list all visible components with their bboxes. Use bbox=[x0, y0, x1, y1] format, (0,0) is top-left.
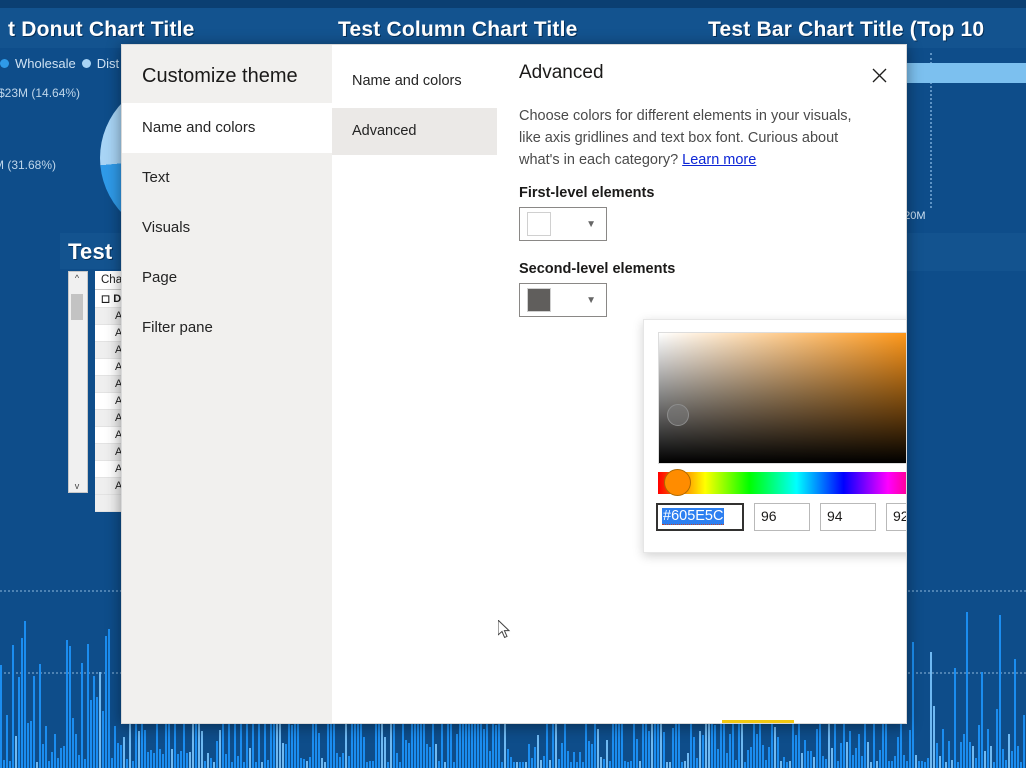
hex-input-value: #605E5C bbox=[662, 508, 725, 525]
panel-heading: Advanced bbox=[519, 62, 604, 83]
sv-selector-knob[interactable] bbox=[667, 404, 689, 426]
donut-data-label-1: $23M (14.64%) bbox=[0, 86, 81, 100]
first-level-elements-label: First-level elements bbox=[519, 185, 655, 201]
dialog-subnav: Name and colors Advanced bbox=[332, 45, 498, 723]
learn-more-link[interactable]: Learn more bbox=[682, 152, 756, 168]
legend-label-wholesale: Wholesale bbox=[15, 56, 76, 71]
dialog-sidebar: Customize theme Name and colors Text Vis… bbox=[122, 45, 332, 723]
second-level-elements-color-picker[interactable]: ▼ bbox=[519, 283, 607, 317]
donut-data-label-2: M (31.68%) bbox=[0, 158, 57, 172]
donut-legend[interactable]: Wholesale Dist bbox=[0, 56, 119, 71]
color-picker-popup[interactable]: #605E5C 96 94 92 bbox=[643, 319, 906, 553]
chevron-down-icon: ▼ bbox=[586, 218, 596, 230]
legend-dot-wholesale bbox=[0, 59, 9, 68]
legend-dot-dist bbox=[81, 59, 91, 68]
subnav-item-advanced[interactable]: Advanced bbox=[332, 108, 497, 155]
table-title: Test bbox=[68, 239, 113, 264]
hex-input[interactable]: #605E5C bbox=[656, 503, 744, 531]
cancel-button[interactable]: Cancel bbox=[816, 720, 886, 723]
saturation-value-area[interactable] bbox=[658, 332, 906, 464]
bar-chart-title: Test Bar Chart Title (Top 10 bbox=[708, 18, 985, 41]
sidebar-item-filter-pane[interactable]: Filter pane bbox=[122, 303, 332, 353]
customize-theme-dialog[interactable]: Customize theme Name and colors Text Vis… bbox=[121, 44, 907, 724]
hue-slider[interactable] bbox=[658, 472, 906, 494]
color-swatch-second-level bbox=[527, 288, 551, 312]
donut-chart-title: t Donut Chart Title bbox=[8, 18, 195, 41]
red-input[interactable]: 96 bbox=[754, 503, 810, 531]
legend-label-dist: Dist bbox=[96, 56, 120, 71]
first-level-elements-color-picker[interactable]: ▼ bbox=[519, 207, 607, 241]
sidebar-item-name-and-colors[interactable]: Name and colors bbox=[122, 103, 332, 153]
close-icon[interactable] bbox=[866, 62, 892, 88]
blue-input[interactable]: 92 bbox=[886, 503, 906, 531]
second-level-elements-label: Second-level elements bbox=[519, 261, 676, 277]
sidebar-item-text[interactable]: Text bbox=[122, 153, 332, 203]
sidebar-item-page[interactable]: Page bbox=[122, 253, 332, 303]
chevron-down-icon: ▼ bbox=[586, 294, 596, 306]
report-top-strip bbox=[0, 0, 1026, 8]
sidebar-item-visuals[interactable]: Visuals bbox=[122, 203, 332, 253]
apply-button[interactable]: Apply bbox=[722, 720, 794, 723]
color-swatch-first-level bbox=[527, 212, 551, 236]
subnav-item-name-and-colors[interactable]: Name and colors bbox=[332, 58, 497, 105]
panel-description: Choose colors for different elements in … bbox=[519, 105, 867, 171]
scroll-up-arrow-icon[interactable]: ^ bbox=[69, 273, 85, 283]
scroll-down-arrow-icon[interactable]: v bbox=[69, 481, 85, 491]
dialog-title: Customize theme bbox=[142, 65, 298, 87]
dialog-content-panel: Advanced Choose colors for different ele… bbox=[497, 45, 906, 723]
column-chart-title: Test Column Chart Title bbox=[338, 18, 578, 41]
green-input[interactable]: 94 bbox=[820, 503, 876, 531]
scrollbar-thumb[interactable] bbox=[71, 294, 83, 320]
table-scrollbar[interactable]: ^ v bbox=[68, 271, 88, 493]
hue-slider-knob[interactable] bbox=[664, 469, 691, 496]
